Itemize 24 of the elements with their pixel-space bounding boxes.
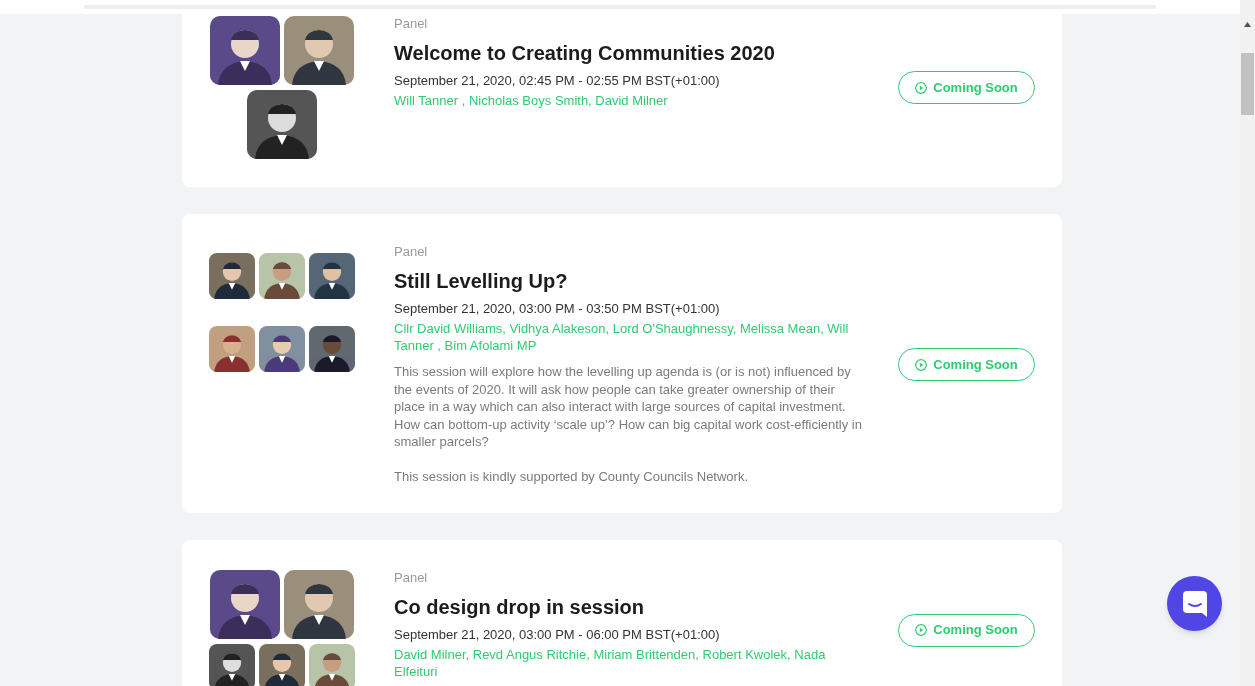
session-time: September 21, 2020, 03:00 PM - 06:00 PM BST(+01:00) [394,626,721,644]
session-title: Still Levelling Up? [394,269,569,294]
session-title: Co design drop in session [394,595,646,620]
coming-soon-button[interactable]: Coming Soon [898,71,1035,104]
chat-button[interactable] [1167,576,1222,631]
session-title: Welcome to Creating Communities 2020 [394,41,776,66]
scroll-up-arrow-icon[interactable] [1244,22,1251,27]
session-category: Panel [394,244,429,260]
play-icon [915,624,928,636]
play-icon [915,81,928,94]
coming-soon-button[interactable]: Coming Soon [898,613,1035,647]
chat-icon [1181,589,1208,618]
play-icon [915,358,928,371]
session-description: This session is kindly supported by County Councils Network. [394,467,750,485]
session-category: Panel [394,570,429,586]
session-time: September 21, 2020, 03:00 PM - 03:50 PM BST(+01:00) [394,300,721,318]
session-description: This session will explore how the levelling up agenda is (or is not) influenced by the events of 2020. It will ask how people can take greater ownership of their place in a way which can also interact with large sources of capital investment. How can bottom-up activity ‘scale up’? How can big capital work cost-efficiently in smaller parcels? [394,363,863,451]
speaker-names: David Milner, Revd Angus Ritchie, Miriam Brittenden, Robert Kwolek, Nada Elfeituri [394,646,827,680]
session-category: Panel [394,16,429,32]
session-time: September 21, 2020, 02:45 PM - 02:55 PM BST(+01:00) [394,72,721,90]
coming-soon-button[interactable]: Coming Soon [898,348,1035,381]
speaker-names: Cllr David Williams, Vidhya Alakeson, Lord O'Shaughnessy, Melissa Mean, Will Tanner , Bim Afolami MP [394,320,850,354]
scrollbar-thumb[interactable] [1241,53,1254,115]
speaker-names: Will Tanner , Nicholas Boys Smith, David Milner [394,92,669,109]
